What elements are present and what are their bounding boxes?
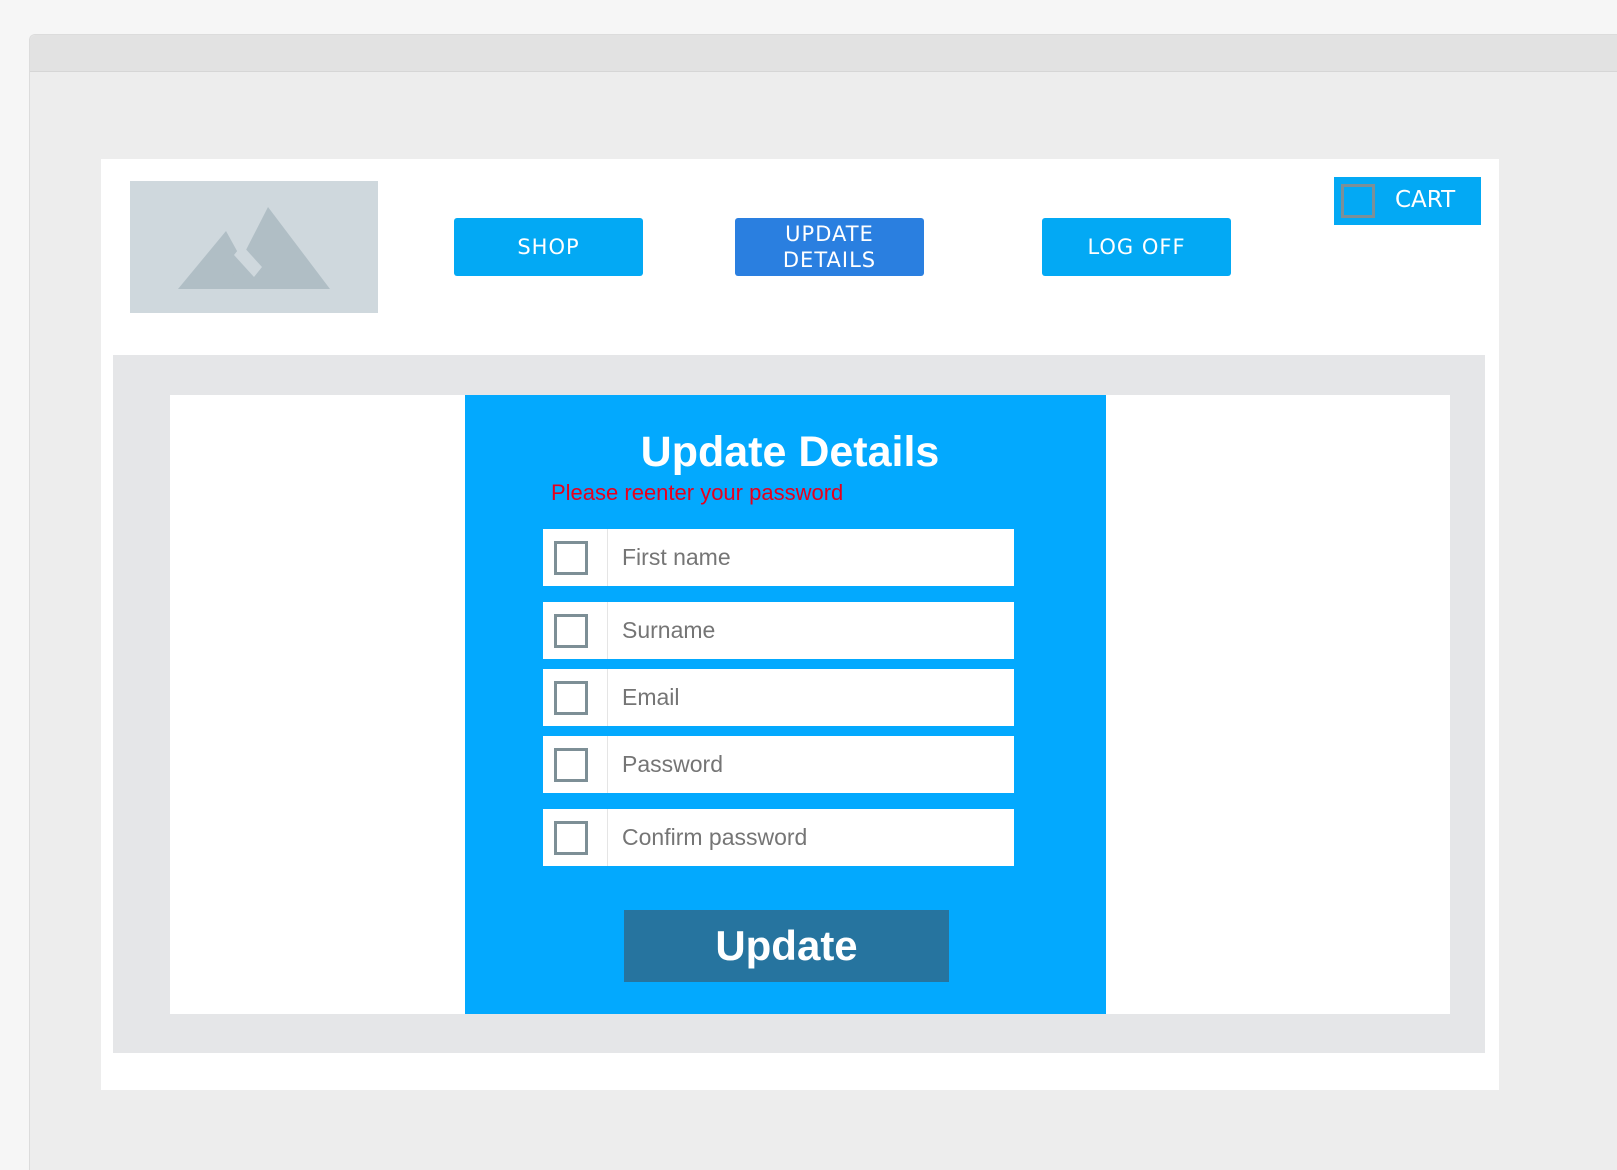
confirm-password-checkbox[interactable]	[554, 821, 588, 855]
nav-update-details-label: UPDATE DETAILS	[782, 222, 877, 272]
form-title: Update Details	[640, 428, 940, 476]
nav-update-details-button[interactable]: UPDATE DETAILS	[735, 218, 924, 276]
image-placeholder-icon	[178, 207, 330, 289]
nav-log-off-label: LOG OFF	[1087, 235, 1186, 259]
update-button[interactable]: Update	[624, 910, 949, 982]
form-error-message: Please reenter your password	[551, 480, 844, 505]
cart-icon	[1341, 184, 1375, 218]
update-details-form: Update Details Please reenter your passw…	[465, 395, 1106, 1014]
cart-label: CART	[1395, 187, 1456, 213]
content-panel: Update Details Please reenter your passw…	[113, 355, 1485, 1053]
surname-input[interactable]	[608, 602, 1013, 659]
page: SHOP UPDATE DETAILS LOG OFF CART Update …	[101, 159, 1499, 1090]
surname-checkbox[interactable]	[554, 614, 588, 648]
logo-placeholder	[130, 181, 378, 313]
password-checkbox[interactable]	[554, 748, 588, 782]
window-title-bar	[30, 35, 1617, 72]
cart-button[interactable]: CART	[1334, 177, 1481, 225]
app-window: SHOP UPDATE DETAILS LOG OFF CART Update …	[29, 34, 1617, 1170]
email-checkbox[interactable]	[554, 681, 588, 715]
confirm-password-field[interactable]	[543, 809, 1014, 866]
nav-shop-button[interactable]: SHOP	[454, 218, 643, 276]
email-input[interactable]	[608, 669, 1013, 726]
content-area: Update Details Please reenter your passw…	[170, 395, 1450, 1014]
first-name-input[interactable]	[608, 529, 1013, 586]
nav-shop-label: SHOP	[517, 235, 580, 259]
password-field[interactable]	[543, 736, 1014, 793]
surname-field[interactable]	[543, 602, 1014, 659]
first-name-field[interactable]	[543, 529, 1014, 586]
first-name-checkbox[interactable]	[554, 541, 588, 575]
email-field[interactable]	[543, 669, 1014, 726]
site-header: SHOP UPDATE DETAILS LOG OFF CART	[101, 159, 1499, 335]
confirm-password-input[interactable]	[608, 809, 1013, 866]
password-input[interactable]	[608, 736, 1013, 793]
nav-log-off-button[interactable]: LOG OFF	[1042, 218, 1231, 276]
